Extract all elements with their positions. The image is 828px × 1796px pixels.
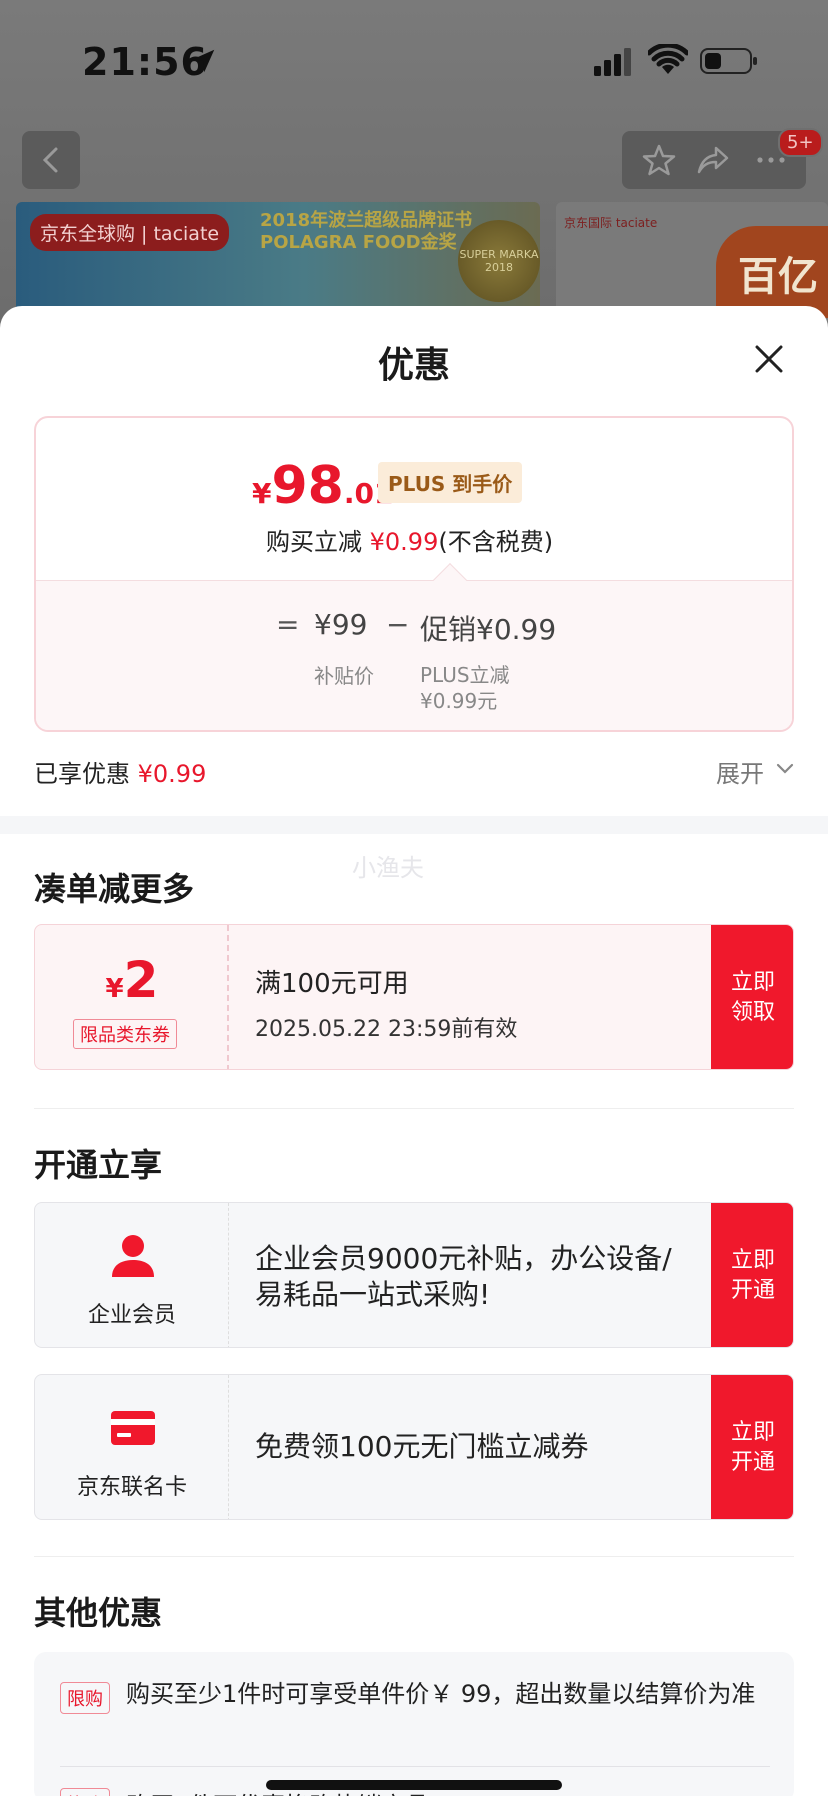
open-cobrand-card-button[interactable]: 立即开通 xyxy=(711,1375,793,1519)
reduce-suffix: (不含税费) xyxy=(438,528,554,556)
cellular-signal-icon xyxy=(594,48,631,76)
membership-name: 企业会员 xyxy=(87,1303,176,1328)
message-badge: 5+ xyxy=(778,128,823,157)
section-title-open: 开通立享 xyxy=(34,1146,163,1184)
purchase-reduction: 购买立减 ¥0.99(不含税费) xyxy=(266,522,553,557)
price-currency: ¥ xyxy=(252,477,272,510)
subsidy-price: ¥99 xyxy=(314,608,368,641)
expand-button[interactable]: 展开 xyxy=(716,754,764,789)
claim-coupon-button[interactable]: 立即领取 xyxy=(711,925,793,1069)
plus-reduce-line2: ¥0.99元 xyxy=(420,689,498,713)
watermark: 小渔夫 xyxy=(352,854,424,882)
reduce-amount: ¥0.99 xyxy=(369,528,439,556)
share-icon[interactable] xyxy=(696,143,730,177)
section-separator xyxy=(0,816,828,834)
enjoyed-amount: ¥0.99 xyxy=(137,760,207,788)
membership-left: 京东联名卡 xyxy=(35,1375,229,1519)
back-button[interactable] xyxy=(22,131,80,189)
exchange-tag: 换购 xyxy=(60,1788,110,1796)
plus-reduce-desc: PLUS立减 ¥0.99元 xyxy=(420,662,510,714)
enjoyed-label: 已享优惠 xyxy=(34,760,130,788)
location-arrow-icon xyxy=(191,49,215,73)
discount-sheet: 优惠 ¥98.01 PLUS 到手价 购买立减 ¥0.99(不含税费) = ¥9… xyxy=(0,306,828,1796)
close-icon[interactable] xyxy=(752,342,786,376)
coupon-card: ¥2 限品类东券 满100元可用 2025.05.22 23:59前有效 立即领… xyxy=(34,924,794,1070)
chevron-left-icon xyxy=(42,147,58,173)
membership-name: 京东联名卡 xyxy=(76,1475,187,1500)
equals-sign: = xyxy=(276,608,300,641)
coupon-amount: ¥2 xyxy=(35,951,229,1009)
reduce-prefix: 购买立减 xyxy=(266,528,362,556)
coupon-currency: ¥ xyxy=(105,974,124,1004)
limit-text: 购买至少1件时可享受单件价￥ 99，超出数量以结算价为准 xyxy=(126,1680,756,1708)
coupon-expiry: 2025.05.22 23:59前有效 xyxy=(255,1017,518,1042)
banner2-headline: 百亿 xyxy=(716,226,828,318)
membership-left: 企业会员 xyxy=(35,1203,229,1347)
sheet-title: 优惠 xyxy=(377,345,450,386)
coupon-condition: 满100元可用 xyxy=(255,969,409,999)
subsidy-price-label: 补贴价 xyxy=(314,664,374,688)
plus-reduce-line1: PLUS立减 xyxy=(420,663,510,687)
divider xyxy=(34,1108,794,1109)
coupon-number: 2 xyxy=(123,951,159,1009)
banner2-tag: 京东国际 taciate xyxy=(564,216,658,230)
banner-headline-line2: POLAGRA FOOD金奖 xyxy=(260,232,457,253)
banner-headline-line1: 2018年波兰超级品牌证书 xyxy=(260,210,473,231)
membership-card-cobrand: 京东联名卡 免费领100元无门槛立减券 立即开通 xyxy=(34,1374,794,1520)
user-icon xyxy=(112,1235,154,1277)
banner-headline: 2018年波兰超级品牌证书 POLAGRA FOOD金奖 xyxy=(260,210,472,254)
minus-sign: − xyxy=(386,608,410,641)
list-divider xyxy=(60,1766,770,1767)
credit-card-icon xyxy=(111,1411,155,1445)
coupon-value: ¥2 限品类东券 xyxy=(35,925,229,1069)
limit-tag: 限购 xyxy=(60,1682,110,1714)
battery-icon xyxy=(700,48,757,74)
divider xyxy=(34,1556,794,1557)
status-bar: 21:56 xyxy=(0,0,828,120)
plus-price-tag: PLUS 到手价 xyxy=(378,462,523,503)
enjoyed-discount: 已享优惠 ¥0.99 xyxy=(34,754,206,789)
price-integer: 98 xyxy=(271,456,344,516)
membership-desc: 企业会员9000元补贴，办公设备/易耗品一站式采购! xyxy=(255,1242,672,1311)
award-seal: SUPER MARKA 2018 xyxy=(458,220,540,302)
section-title-bundle: 凑单减更多 xyxy=(34,870,195,908)
banner-brand-tag: 京东全球购 | taciate xyxy=(30,214,230,251)
coupon-type-tag: 限品类东券 xyxy=(73,1019,177,1049)
chevron-down-icon[interactable] xyxy=(776,762,794,776)
final-price: ¥98.01 xyxy=(252,456,393,516)
wifi-icon xyxy=(648,44,688,74)
section-title-other: 其他优惠 xyxy=(34,1594,163,1632)
other-discounts-list: 限购 购买至少1件时可享受单件价￥ 99，超出数量以结算价为准 换购 购买1件可… xyxy=(34,1652,794,1796)
home-indicator[interactable] xyxy=(266,1780,562,1790)
open-enterprise-button[interactable]: 立即开通 xyxy=(711,1203,793,1347)
price-breakdown-bottom xyxy=(36,580,792,730)
promotion-amount: 促销¥0.99 xyxy=(420,613,557,646)
price-breakdown-card: ¥98.01 PLUS 到手价 购买立减 ¥0.99(不含税费) = ¥99 −… xyxy=(34,416,794,732)
star-icon[interactable] xyxy=(642,143,676,177)
membership-desc: 免费领100元无门槛立减券 xyxy=(255,1430,589,1463)
membership-card-enterprise: 企业会员 企业会员9000元补贴，办公设备/易耗品一站式采购! 立即开通 xyxy=(34,1202,794,1348)
